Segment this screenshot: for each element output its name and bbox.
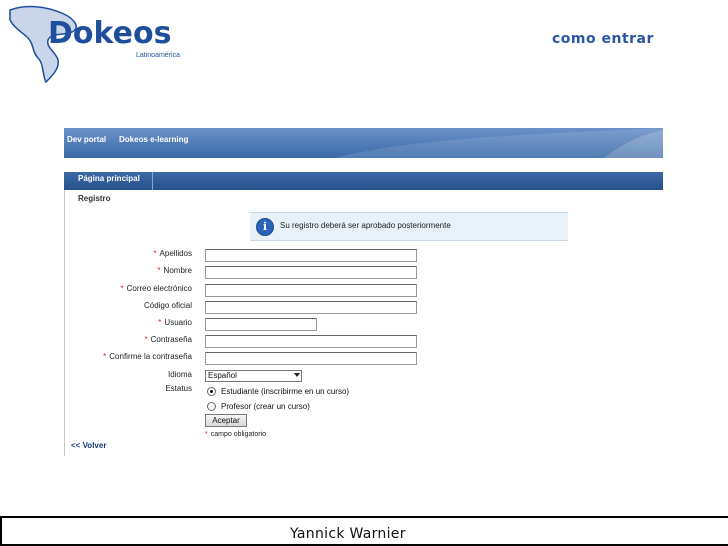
label-status: Estatus (165, 384, 192, 393)
official-code-input[interactable] (205, 301, 417, 314)
label-email: * Correo electrónico (120, 284, 193, 293)
logo-subtitle: Latinoamérica (136, 52, 180, 59)
slide-title: como entrar (552, 31, 654, 47)
email-input[interactable] (205, 284, 417, 297)
radio-teacher[interactable] (207, 402, 216, 412)
notice-message: i Su registro deberá ser aprobado poster… (250, 212, 568, 241)
dokeos-logo: Dokeos Latinoamérica (6, 2, 196, 84)
language-select-value: Español (208, 371, 237, 380)
footer-author: Yannick Warnier (290, 526, 406, 542)
required-note: * campo obligatorio (205, 431, 266, 438)
status-option-teacher[interactable]: Profesor (crear un curso) (207, 402, 310, 412)
language-select[interactable]: Español (205, 370, 302, 382)
slide-footer: Yannick Warnier (0, 516, 728, 546)
logo-wordmark: Dokeos (48, 16, 172, 51)
left-border (64, 190, 65, 456)
chevron-down-icon (294, 373, 300, 377)
registration-screenshot: Dev portal Dokeos e-learning Página prin… (64, 128, 664, 456)
footer-box: Yannick Warnier (1, 517, 728, 545)
radio-student[interactable] (207, 387, 216, 397)
confirm-password-input[interactable] (205, 352, 417, 365)
username-input[interactable] (205, 318, 317, 331)
tab-home-label[interactable]: Página principal (78, 174, 140, 183)
first-name-input[interactable] (205, 266, 417, 279)
info-icon: i (256, 218, 274, 236)
back-link[interactable]: << Volver (71, 441, 106, 450)
label-username: * Usuario (158, 318, 192, 327)
top-header-bar: Dev portal Dokeos e-learning (64, 128, 664, 158)
label-confirm-password: * Confirme la contraseña (103, 352, 192, 361)
portal-link[interactable]: Dev portal (67, 135, 106, 144)
status-option-student[interactable]: Estudiante (inscribirme en un curso) (207, 387, 349, 397)
label-surname: * Apellidos (153, 249, 192, 258)
label-first-name: * Nombre (157, 266, 192, 275)
nav-separator (152, 172, 153, 190)
label-official-code: Código oficial (143, 301, 192, 310)
password-input[interactable] (205, 335, 417, 348)
site-link[interactable]: Dokeos e-learning (119, 135, 188, 144)
notice-text: Su registro deberá ser aprobado posterio… (280, 221, 451, 230)
header-swoosh-icon (334, 128, 664, 158)
label-password: * Contraseña (144, 335, 192, 344)
breadcrumb: Registro (78, 194, 111, 203)
surname-input[interactable] (205, 249, 417, 262)
accept-button[interactable]: Aceptar (205, 414, 247, 427)
label-language: Idioma (167, 370, 192, 379)
